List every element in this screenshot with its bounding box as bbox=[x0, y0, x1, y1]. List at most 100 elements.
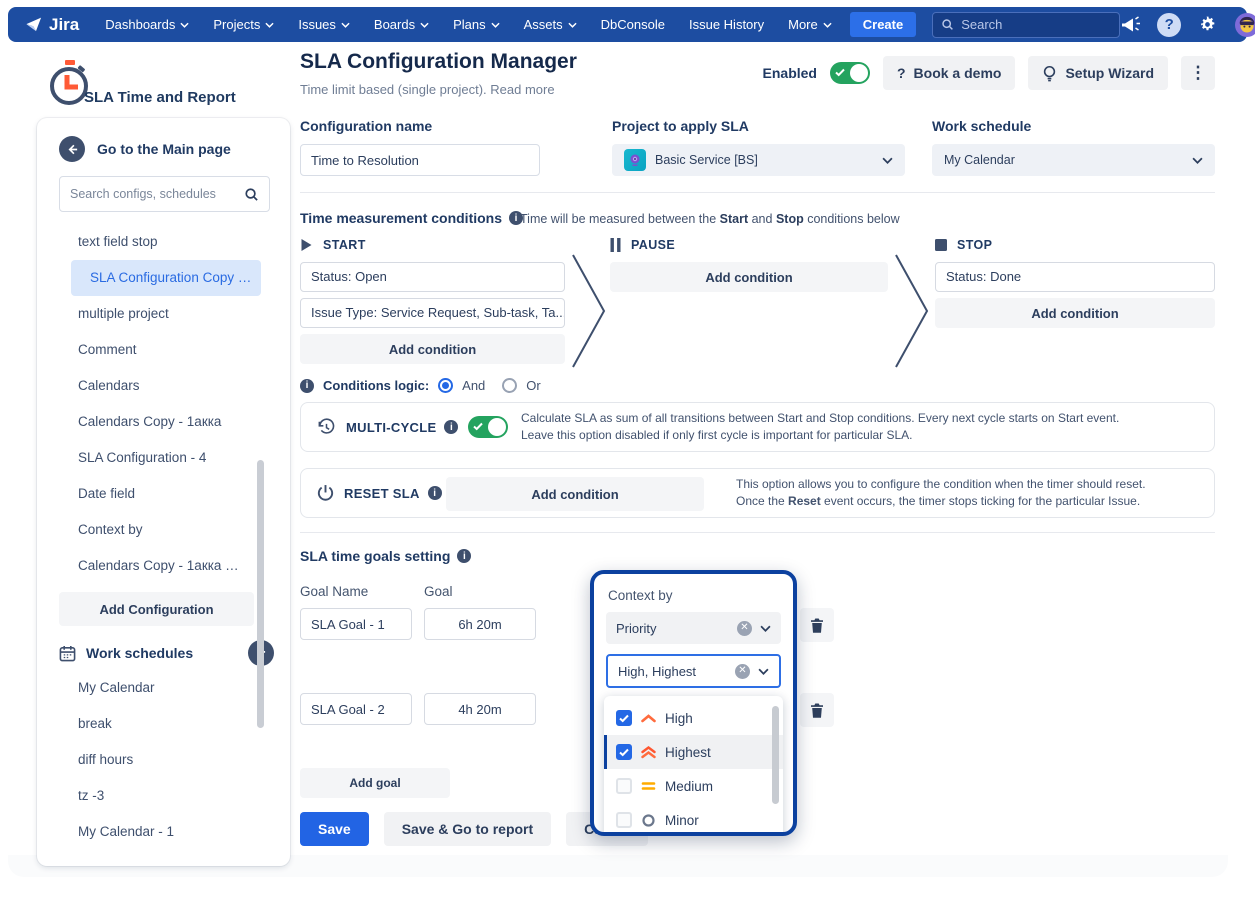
logic-or-radio[interactable] bbox=[502, 378, 517, 393]
help-icon[interactable]: ? bbox=[1157, 13, 1181, 37]
project-select[interactable]: Basic Service [BS] bbox=[612, 144, 905, 176]
save-go-report-button[interactable]: Save & Go to report bbox=[384, 812, 551, 846]
multi-cycle-card: MULTI-CYCLE i Calculate SLA as sum of al… bbox=[300, 402, 1215, 452]
nav-item-more[interactable]: More bbox=[788, 17, 832, 32]
add-goal-button[interactable]: Add goal bbox=[300, 768, 450, 798]
priority-option-highest[interactable]: Highest bbox=[604, 735, 783, 769]
pause-label: PAUSE bbox=[631, 238, 675, 252]
config-item-selected[interactable]: SLA Configuration Copy … bbox=[71, 260, 261, 296]
check-icon bbox=[835, 68, 845, 77]
info-icon[interactable]: i bbox=[300, 379, 314, 393]
config-item[interactable]: Comment bbox=[59, 332, 276, 368]
nav-item-dashboards[interactable]: Dashboards bbox=[105, 17, 189, 32]
check-icon bbox=[473, 422, 483, 431]
dropdown-scrollbar[interactable] bbox=[772, 706, 779, 804]
enabled-label: Enabled bbox=[763, 65, 817, 81]
info-icon[interactable]: i bbox=[457, 549, 471, 563]
chevron-down-icon bbox=[882, 157, 893, 164]
goal-value-input[interactable] bbox=[424, 608, 536, 640]
context-values-select[interactable]: High, Highest ✕ bbox=[606, 654, 781, 688]
config-name-input[interactable] bbox=[300, 144, 540, 176]
sidebar-search[interactable] bbox=[59, 176, 270, 212]
info-icon[interactable]: i bbox=[428, 486, 442, 500]
nav-item-issues[interactable]: Issues bbox=[298, 17, 350, 32]
clear-icon[interactable]: ✕ bbox=[735, 664, 750, 679]
schedule-item[interactable]: My Calendar bbox=[59, 670, 276, 706]
clear-icon[interactable]: ✕ bbox=[737, 621, 752, 636]
config-item[interactable]: Calendars Copy - 1акка bbox=[59, 404, 276, 440]
schedule-list: My Calendar break diff hours tz -3 My Ca… bbox=[37, 670, 290, 850]
config-item[interactable]: text field stop bbox=[59, 224, 276, 260]
chevron-down-icon bbox=[1192, 157, 1203, 164]
schedule-item[interactable]: break bbox=[59, 706, 276, 742]
start-condition[interactable]: Issue Type: Service Request, Sub-task, T… bbox=[300, 298, 565, 328]
config-item[interactable]: Calendars Copy - 1акка … bbox=[59, 548, 276, 584]
add-configuration-button[interactable]: Add Configuration bbox=[59, 592, 254, 626]
read-more-link[interactable]: Read more bbox=[490, 82, 554, 97]
check-icon bbox=[619, 748, 629, 757]
config-item[interactable]: Date field bbox=[59, 476, 276, 512]
goal-name-input[interactable] bbox=[300, 608, 412, 640]
sidebar-search-input[interactable] bbox=[70, 187, 244, 201]
schedule-item[interactable]: My Calendar - 1 bbox=[59, 814, 276, 850]
sidebar-scrollbar[interactable] bbox=[257, 460, 264, 728]
enabled-toggle[interactable] bbox=[830, 62, 870, 84]
goal-name-input[interactable] bbox=[300, 693, 412, 725]
checkbox[interactable] bbox=[616, 812, 632, 828]
pause-add-condition-button[interactable]: Add condition bbox=[610, 262, 888, 292]
work-schedule-select[interactable]: My Calendar bbox=[932, 144, 1215, 176]
priority-option-high[interactable]: High bbox=[604, 701, 783, 735]
stop-column: STOP Status: Done Add condition bbox=[935, 238, 1215, 328]
config-item[interactable]: multiple project bbox=[59, 296, 276, 332]
global-search[interactable] bbox=[932, 12, 1120, 38]
calendar-icon bbox=[59, 645, 76, 662]
save-button[interactable]: Save bbox=[300, 812, 369, 846]
setup-wizard-button[interactable]: Setup Wizard bbox=[1028, 56, 1168, 90]
book-demo-button[interactable]: ? Book a demo bbox=[883, 56, 1015, 90]
nav-item-dbconsole[interactable]: DbConsole bbox=[601, 17, 665, 32]
logic-and-radio[interactable] bbox=[438, 378, 453, 393]
nav-item-plans[interactable]: Plans bbox=[453, 17, 500, 32]
gear-icon[interactable] bbox=[1198, 15, 1217, 34]
checkbox[interactable] bbox=[616, 778, 632, 794]
info-icon[interactable]: i bbox=[444, 420, 458, 434]
jira-logo[interactable]: Jira bbox=[24, 15, 79, 35]
announcement-icon[interactable] bbox=[1120, 15, 1140, 35]
delete-goal-button[interactable] bbox=[800, 693, 834, 727]
schedule-item[interactable]: tz -3 bbox=[59, 778, 276, 814]
nav-item-projects[interactable]: Projects bbox=[213, 17, 274, 32]
multi-cycle-toggle[interactable] bbox=[468, 416, 508, 438]
goal-column-label: Goal bbox=[424, 584, 453, 599]
start-condition[interactable]: Status: Open bbox=[300, 262, 565, 292]
priority-option-medium[interactable]: Medium bbox=[604, 769, 783, 803]
conditions-logic-label: Conditions logic: bbox=[323, 378, 429, 393]
back-to-main-link[interactable]: Go to the Main page bbox=[59, 136, 270, 162]
nav-item-assets[interactable]: Assets bbox=[524, 17, 577, 32]
priority-option-minor[interactable]: Minor bbox=[604, 803, 783, 836]
pause-column: PAUSE Add condition bbox=[610, 238, 888, 292]
reset-sla-description: This option allows you to configure the … bbox=[736, 476, 1146, 511]
config-item[interactable]: Calendars bbox=[59, 368, 276, 404]
nav-item-issue-history[interactable]: Issue History bbox=[689, 17, 764, 32]
project-label: Project to apply SLA bbox=[612, 118, 749, 134]
nav-item-boards[interactable]: Boards bbox=[374, 17, 429, 32]
priority-minor-icon bbox=[641, 813, 656, 828]
delete-goal-button[interactable] bbox=[800, 608, 834, 642]
project-avatar bbox=[624, 149, 646, 171]
checkbox[interactable] bbox=[616, 710, 632, 726]
reset-add-condition-button[interactable]: Add condition bbox=[446, 477, 704, 511]
top-navigation: Jira Dashboards Projects Issues Boards P… bbox=[8, 7, 1247, 42]
config-item[interactable]: Context by bbox=[59, 512, 276, 548]
stop-add-condition-button[interactable]: Add condition bbox=[935, 298, 1215, 328]
config-item[interactable]: SLA Configuration - 4 bbox=[59, 440, 276, 476]
schedule-item[interactable]: diff hours bbox=[59, 742, 276, 778]
checkbox[interactable] bbox=[616, 744, 632, 760]
avatar[interactable] bbox=[1234, 12, 1255, 38]
start-add-condition-button[interactable]: Add condition bbox=[300, 334, 565, 364]
stop-condition[interactable]: Status: Done bbox=[935, 262, 1215, 292]
goal-value-input[interactable] bbox=[424, 693, 536, 725]
create-button[interactable]: Create bbox=[850, 12, 916, 37]
context-field-select[interactable]: Priority ✕ bbox=[606, 612, 781, 644]
more-actions-button[interactable]: ⋮ bbox=[1181, 56, 1215, 90]
search-input[interactable] bbox=[961, 17, 1111, 32]
